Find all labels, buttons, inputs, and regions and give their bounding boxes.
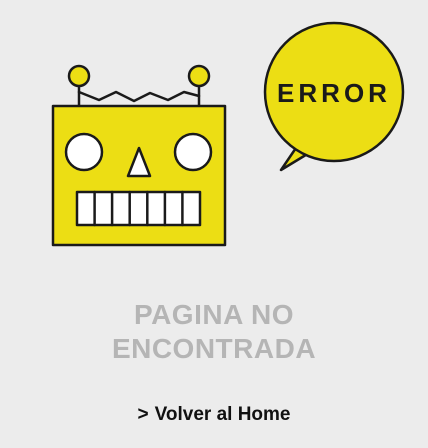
robot-head-icon: [51, 64, 227, 247]
back-home-label: Volver al Home: [154, 404, 291, 425]
robot-illustration: ERROR: [51, 21, 405, 247]
chevron-right-icon: >: [137, 404, 149, 425]
back-home-link[interactable]: > Volver al Home: [0, 404, 428, 426]
speech-bubble-icon: ERROR: [263, 21, 405, 172]
page-title-line-1: PAGINA NO: [133, 299, 295, 330]
page-title-line-2: ENCONTRADA: [111, 333, 317, 364]
error-label: ERROR: [277, 78, 391, 108]
